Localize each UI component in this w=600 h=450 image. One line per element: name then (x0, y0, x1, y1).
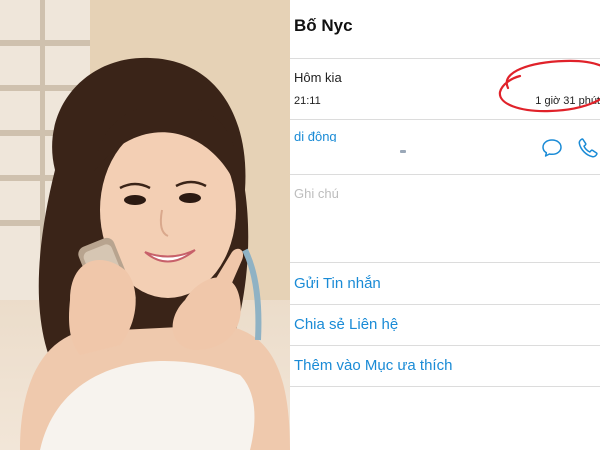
phone-label: di động (294, 129, 337, 142)
divider (290, 386, 600, 387)
divider (290, 304, 600, 305)
divider (290, 119, 600, 120)
red-circle-annotation (498, 59, 600, 113)
share-contact-button[interactable]: Chia sẻ Liên hệ (294, 316, 398, 333)
send-message-button[interactable]: Gửi Tin nhắn (294, 275, 381, 292)
call-time: 21:11 (294, 95, 321, 107)
call-day: Hôm kia (294, 70, 342, 85)
woman-on-phone-photo (0, 0, 290, 450)
add-to-favorites-button[interactable]: Thêm vào Mục ưa thích (294, 357, 452, 374)
call-duration: 1 giờ 31 phút (535, 95, 600, 107)
divider (290, 174, 600, 175)
contact-name: Bố Nyc (294, 16, 353, 35)
photo-illustration (0, 0, 290, 450)
phone-handset-icon[interactable] (577, 137, 599, 159)
phone-number-redacted[interactable] (400, 150, 406, 153)
divider (290, 262, 600, 263)
divider (290, 345, 600, 346)
speech-bubble-icon[interactable] (541, 137, 563, 159)
composite-image: Bố Nyc Hôm kia 21:11 1 giờ 31 phút di độ… (0, 0, 600, 450)
divider (290, 58, 600, 59)
contact-detail-screen: Bố Nyc Hôm kia 21:11 1 giờ 31 phút di độ… (290, 0, 600, 450)
notes-field[interactable]: Ghi chú (294, 186, 339, 201)
